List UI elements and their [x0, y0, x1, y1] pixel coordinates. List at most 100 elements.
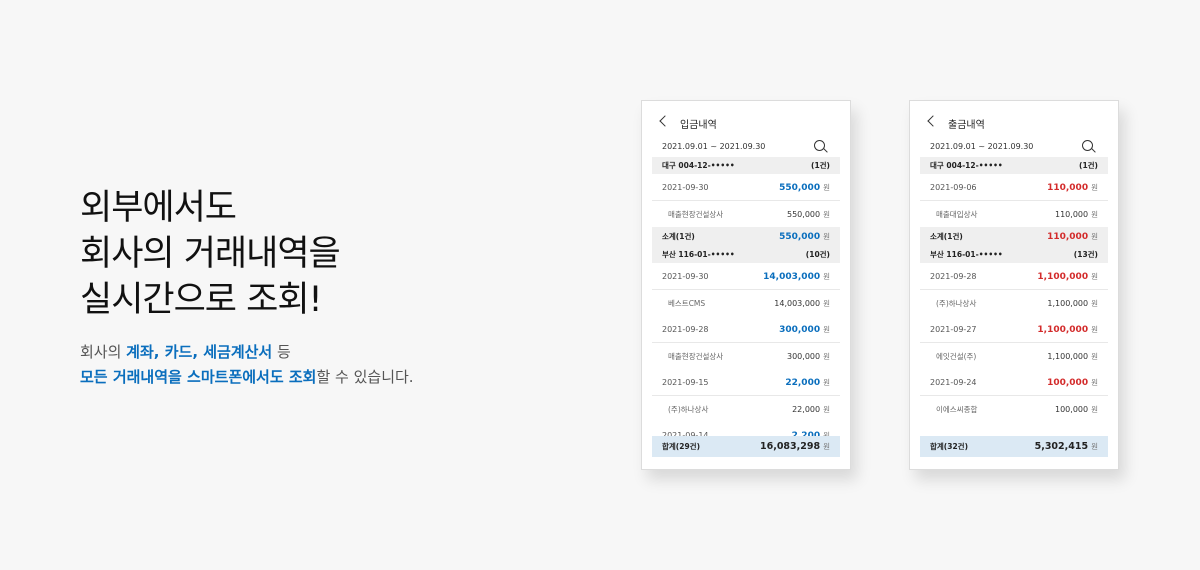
subtotal-row: 소계(1건) 550,000 원 [652, 227, 840, 246]
transaction-row[interactable]: 2021-09-15 22,000 원 [652, 369, 840, 396]
memo-amount: 300,000 [787, 351, 821, 361]
date-range[interactable]: 2021.09.01 ~ 2021.09.30 [930, 142, 1033, 151]
currency-unit: 원 [823, 182, 830, 192]
transaction-date: 2021-09-27 [930, 324, 977, 334]
back-chevron-icon[interactable] [659, 115, 671, 127]
total-amount: 5,302,415 [1034, 441, 1089, 452]
currency-unit: 원 [823, 209, 830, 219]
account-header: 대구 004-12-••••• (1건) [652, 157, 840, 174]
memo-amount: 550,000 [787, 209, 821, 219]
transaction-date: 2021-09-06 [930, 182, 977, 192]
transaction-memo-row: 매출현장건설상사 300,000 원 [652, 343, 840, 369]
transaction-row[interactable]: 2021-09-28 300,000 원 [652, 316, 840, 343]
transaction-memo: 매출현장건설상사 [668, 351, 724, 361]
currency-unit: 원 [1091, 232, 1098, 241]
highlight-card: 카드 [164, 343, 193, 361]
currency-unit: 원 [1091, 209, 1098, 219]
currency-unit: 원 [1091, 351, 1098, 361]
transaction-date: 2021-09-30 [662, 182, 709, 192]
transaction-memo: 매출현장건설상사 [668, 209, 724, 219]
transaction-memo-row: 에잇건설(주) 1,100,000 원 [920, 343, 1108, 369]
currency-unit: 원 [823, 351, 830, 361]
transaction-row[interactable]: 2021-09-24 100,000 원 [920, 369, 1108, 396]
transaction-list[interactable]: 대구 004-12-••••• (1건) 2021-09-30 550,000 원… [652, 157, 840, 457]
account-header: 대구 004-12-••••• (1건) [920, 157, 1108, 174]
transaction-memo: (주)하나상사 [936, 298, 977, 308]
memo-amount: 100,000 [1055, 404, 1089, 414]
currency-unit: 원 [823, 232, 830, 241]
highlight-account: 계좌 [126, 343, 154, 361]
transaction-row[interactable]: 2021-09-30 14,003,000 원 [652, 263, 840, 290]
transaction-date: 2021-09-15 [662, 377, 709, 387]
subtotal-label: 소계(1건) [930, 232, 963, 241]
transaction-memo: 베스트CMS [668, 298, 706, 308]
transaction-memo: 이에스씨종합 [936, 404, 978, 414]
card-title: 출금내역 [948, 120, 985, 131]
hero-line-1: 외부에서도 [80, 188, 237, 228]
transaction-amount: 300,000 [779, 324, 821, 335]
date-range[interactable]: 2021.09.01 ~ 2021.09.30 [662, 142, 765, 151]
hero-headline: 외부에서도 회사의 거래내역을 실시간으로 조회! [80, 185, 341, 323]
currency-unit: 원 [1091, 404, 1098, 414]
account-count: (13건) [1073, 250, 1098, 259]
transaction-amount: 22,000 [785, 377, 821, 388]
account-count: (10건) [805, 250, 830, 259]
currency-unit: 원 [823, 298, 830, 308]
transaction-amount: 110,000 [1047, 182, 1089, 193]
description-text: 할 수 있습니다. [316, 368, 414, 386]
account-header: 부산 116-01-••••• (10건) [652, 246, 840, 263]
description-text: 등 [272, 343, 291, 361]
currency-unit: 원 [823, 404, 830, 414]
subtotal-label: 소계(1건) [662, 232, 695, 241]
transaction-list[interactable]: 대구 004-12-••••• (1건) 2021-09-06 110,000 원… [920, 157, 1108, 457]
account-name: 부산 116-01-••••• [930, 250, 1003, 259]
transaction-row[interactable]: 2021-09-30 550,000 원 [652, 174, 840, 201]
transaction-memo: 매출대입상사 [936, 209, 978, 219]
transaction-date: 2021-09-28 [930, 271, 977, 281]
subtotal-row: 소계(1건) 110,000 원 [920, 227, 1108, 246]
currency-unit: 원 [823, 324, 830, 334]
currency-unit: 원 [823, 442, 830, 451]
transaction-memo: (주)하나상사 [668, 404, 709, 414]
transaction-memo-row: 매출대입상사 110,000 원 [920, 201, 1108, 227]
transaction-amount: 1,100,000 [1037, 271, 1089, 282]
transaction-row[interactable]: 2021-09-28 1,100,000 원 [920, 263, 1108, 290]
account-count: (1건) [1079, 161, 1098, 170]
search-icon[interactable] [814, 140, 828, 154]
memo-amount: 110,000 [1055, 209, 1089, 219]
card-header: 출금내역 [910, 101, 1118, 141]
transaction-row[interactable]: 2021-09-06 110,000 원 [920, 174, 1108, 201]
card-title: 입금내역 [680, 120, 717, 131]
description-line-2: 모든 거래내역을 스마트폰에서도 조회할 수 있습니다. [80, 365, 414, 390]
currency-unit: 원 [1091, 377, 1098, 387]
currency-unit: 원 [1091, 298, 1098, 308]
transaction-date: 2021-09-30 [662, 271, 709, 281]
memo-amount: 1,100,000 [1047, 298, 1089, 308]
transaction-amount: 100,000 [1047, 377, 1089, 388]
account-count: (1건) [811, 161, 830, 170]
separator: , [153, 343, 165, 361]
highlight-tax-invoice: 세금계산서 [203, 343, 273, 361]
hero-description: 회사의 계좌, 카드, 세금계산서 등 모든 거래내역을 스마트폰에서도 조회할… [80, 340, 414, 390]
transaction-amount: 1,100,000 [1037, 324, 1089, 335]
memo-amount: 14,003,000 [774, 298, 821, 308]
hero-line-3: 실시간으로 조회! [80, 280, 323, 320]
currency-unit: 원 [1091, 324, 1098, 334]
transaction-memo-row: 매출현장건설상사 550,000 원 [652, 201, 840, 227]
total-label: 합계(32건) [930, 442, 968, 451]
account-name: 부산 116-01-••••• [662, 250, 735, 259]
hero-line-2: 회사의 거래내역을 [80, 234, 341, 274]
description-text: 회사의 [80, 343, 127, 361]
transaction-date: 2021-09-24 [930, 377, 977, 387]
total-bar: 합계(29건) 16,083,298 원 [652, 436, 840, 457]
back-chevron-icon[interactable] [927, 115, 939, 127]
transaction-amount: 550,000 [779, 182, 821, 193]
transaction-memo-row: (주)하나상사 1,100,000 원 [920, 290, 1108, 316]
search-icon[interactable] [1082, 140, 1096, 154]
separator: , [192, 343, 204, 361]
highlight-all-transactions: 모든 거래내역을 스마트폰에서도 조회 [80, 368, 317, 386]
memo-amount: 1,100,000 [1047, 351, 1089, 361]
transaction-row[interactable]: 2021-09-27 1,100,000 원 [920, 316, 1108, 343]
account-header: 부산 116-01-••••• (13건) [920, 246, 1108, 263]
transaction-memo: 에잇건설(주) [936, 351, 977, 361]
